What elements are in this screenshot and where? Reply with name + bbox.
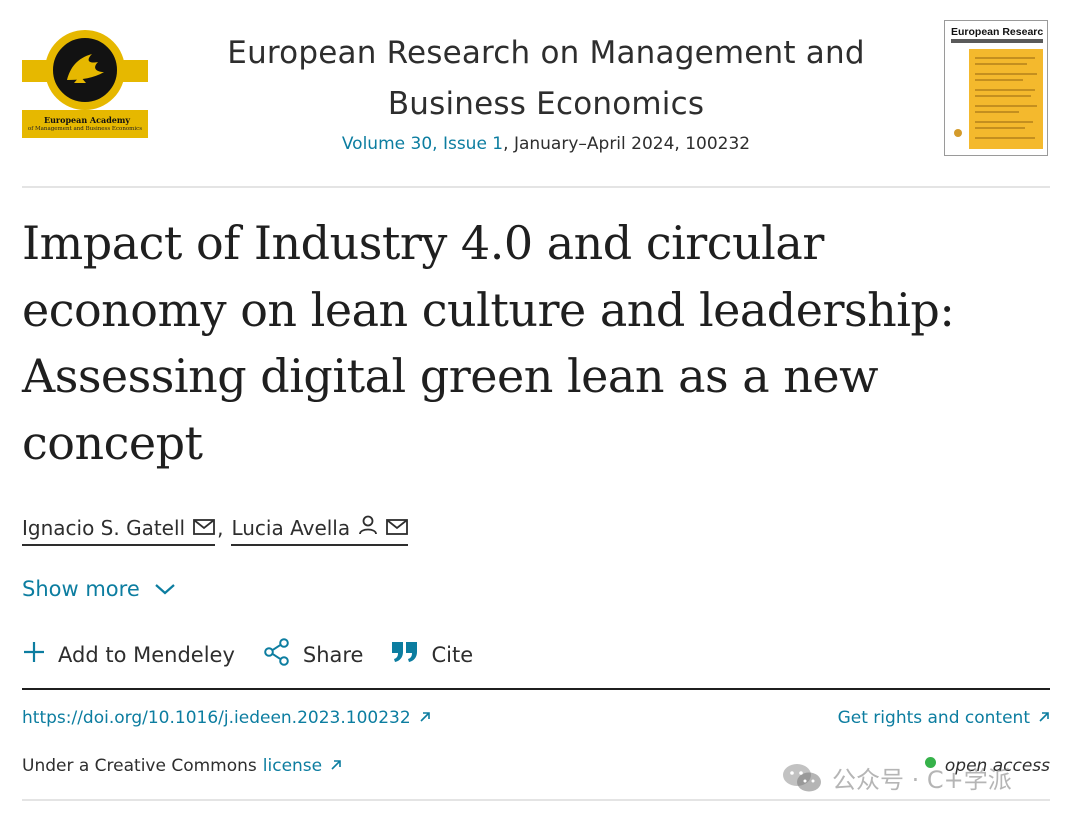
- author-separator: ,: [217, 516, 224, 540]
- share-icon: [263, 638, 291, 671]
- logo-line-1: European Academy: [44, 115, 130, 125]
- external-link-icon: [1038, 708, 1050, 728]
- license-prefix: Under a Creative Commons: [22, 756, 257, 776]
- license-link[interactable]: license: [263, 756, 342, 776]
- cite-button[interactable]: Cite: [391, 641, 473, 668]
- journal-meta: Volume 30, Issue 1, January–April 2024, …: [196, 134, 896, 154]
- external-link-icon: [419, 708, 431, 728]
- author-name: Ignacio S. Gatell: [22, 516, 186, 540]
- article-title: Impact of Industry 4.0 and circular econ…: [22, 216, 955, 470]
- journal-header: European Academy of Management and Busin…: [0, 0, 1080, 188]
- author-gatell[interactable]: Ignacio S. Gatell: [22, 516, 216, 546]
- author-avella[interactable]: Lucia Avella: [231, 515, 409, 546]
- add-to-mendeley-button[interactable]: Add to Mendeley: [22, 640, 235, 669]
- share-label: Share: [302, 642, 364, 667]
- cover-contents-panel: [969, 49, 1043, 149]
- footer-divider: [22, 799, 1050, 801]
- open-access-badge: open access: [924, 756, 1050, 776]
- get-rights-label: Get rights and content: [837, 708, 1030, 728]
- article-actions: Add to Mendeley Share Cite: [22, 638, 501, 671]
- doi-link[interactable]: https://doi.org/10.1016/j.iedeen.2023.10…: [22, 708, 431, 728]
- share-button[interactable]: Share: [263, 638, 364, 671]
- author-list: Ignacio S. Gatell , Lucia Avella: [22, 512, 409, 546]
- open-access-label: open access: [944, 756, 1050, 776]
- logo-line-2: of Management and Business Economics: [27, 126, 143, 132]
- envelope-icon: [386, 516, 409, 540]
- cover-subtitle-bar: [951, 39, 1043, 43]
- license-link-label: license: [262, 756, 323, 776]
- header-divider: [22, 186, 1050, 188]
- chevron-down-icon: [154, 577, 176, 601]
- cite-label: Cite: [431, 642, 474, 667]
- add-to-mendeley-label: Add to Mendeley: [58, 642, 235, 667]
- journal-title-line-2: Business Economics: [387, 86, 705, 122]
- actions-divider: [22, 688, 1050, 690]
- cover-emblem-icon: [954, 129, 962, 137]
- envelope-icon: [193, 516, 216, 540]
- journal-title-line-1: European Research on Management and: [227, 35, 865, 71]
- quote-icon: [391, 641, 419, 668]
- cover-title: European Research: [951, 27, 1043, 38]
- journal-info: European Research on Management and Busi…: [196, 28, 896, 154]
- author-name: Lucia Avella: [231, 515, 351, 540]
- journal-title[interactable]: European Research on Management and Busi…: [196, 28, 896, 130]
- issue-date-article-number: , January–April 2024, 100232: [503, 134, 751, 154]
- person-icon: [358, 515, 378, 540]
- license-notice: Under a Creative Commons license: [22, 756, 342, 776]
- journal-cover-thumbnail[interactable]: European Research: [944, 20, 1048, 156]
- wechat-icon: [783, 763, 821, 791]
- aedem-logo[interactable]: European Academy of Management and Busin…: [22, 28, 148, 140]
- show-more-button[interactable]: Show more: [22, 577, 176, 601]
- open-access-dot-icon: [924, 756, 936, 768]
- volume-issue-link[interactable]: Volume 30, Issue 1: [342, 134, 503, 154]
- doi-text: https://doi.org/10.1016/j.iedeen.2023.10…: [22, 708, 411, 728]
- get-rights-link[interactable]: Get rights and content: [838, 708, 1050, 728]
- external-link-icon: [330, 756, 342, 776]
- show-more-label: Show more: [22, 577, 140, 601]
- plus-icon: [22, 640, 46, 669]
